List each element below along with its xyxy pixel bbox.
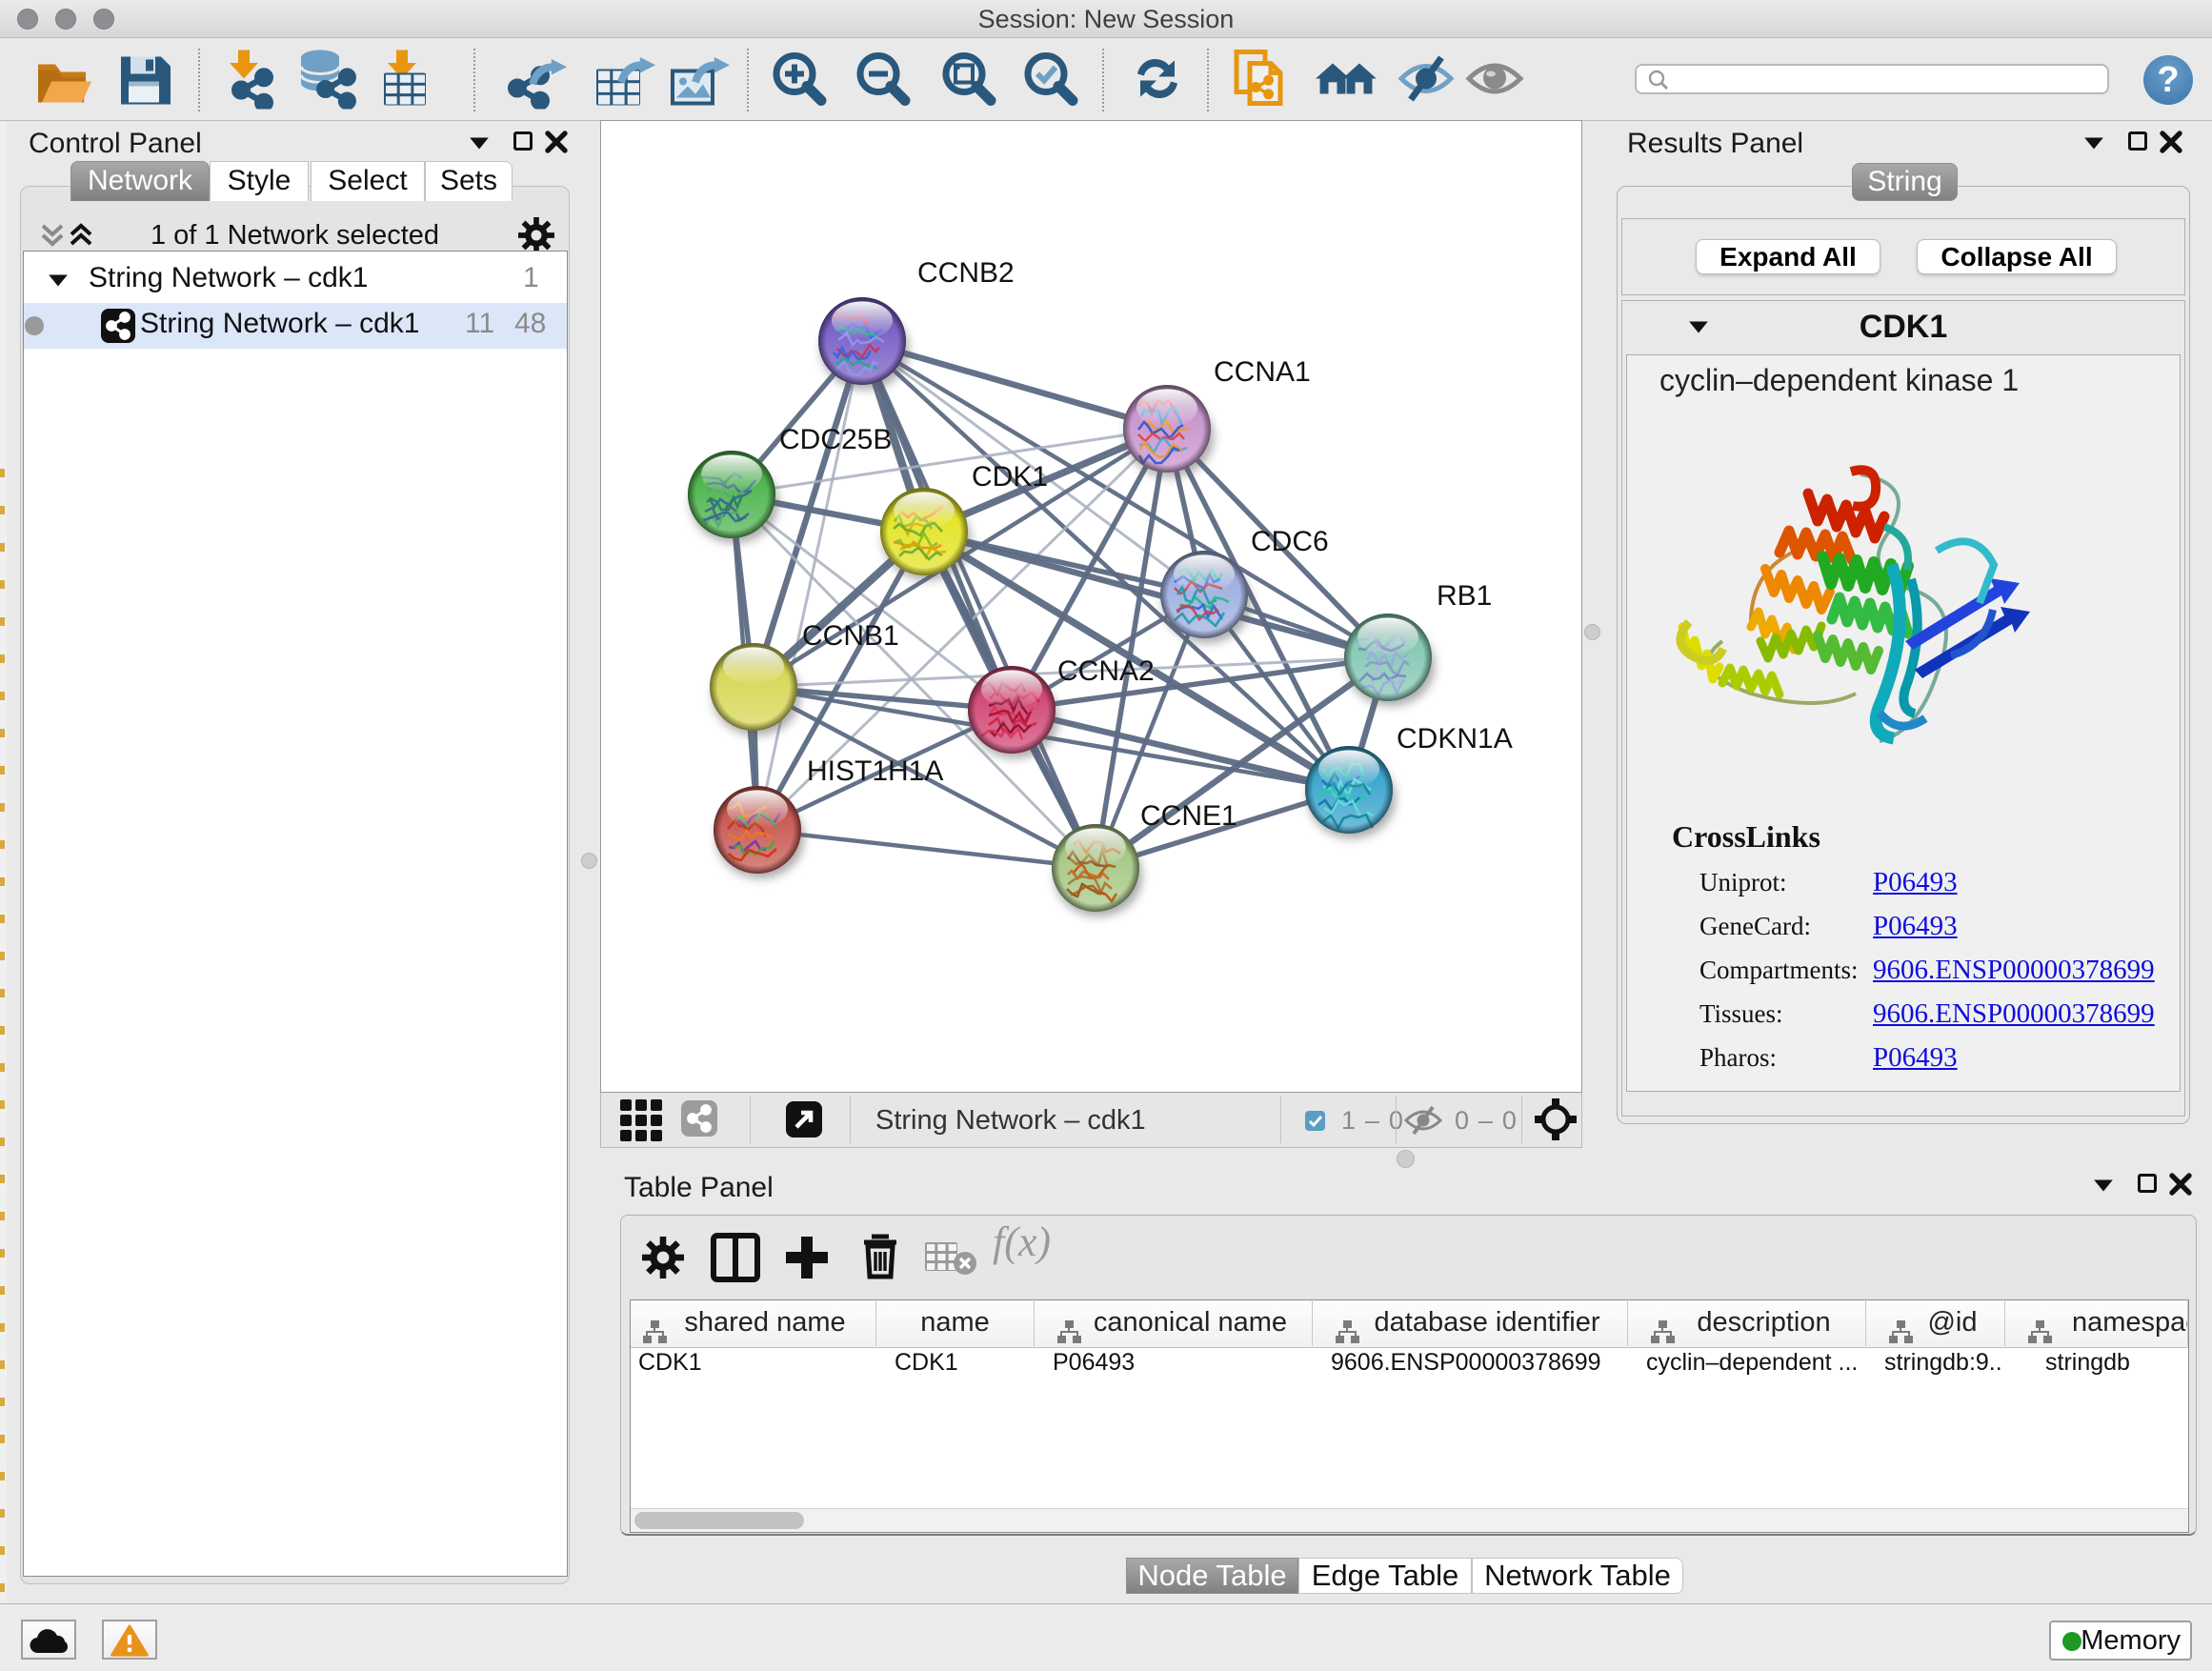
svg-text:CCNE1: CCNE1 bbox=[1140, 800, 1237, 832]
svg-text:CCNB2: CCNB2 bbox=[917, 257, 1015, 289]
svg-text:HIST1H1A: HIST1H1A bbox=[807, 755, 943, 787]
svg-text:CCNA1: CCNA1 bbox=[1214, 356, 1311, 388]
svg-text:CCNA2: CCNA2 bbox=[1057, 655, 1155, 687]
svg-text:CDC25B: CDC25B bbox=[779, 424, 892, 455]
svg-text:RB1: RB1 bbox=[1437, 580, 1492, 612]
svg-text:CDK1: CDK1 bbox=[972, 461, 1048, 493]
svg-text:CDC6: CDC6 bbox=[1251, 526, 1329, 557]
svg-text:CCNB1: CCNB1 bbox=[802, 620, 899, 652]
svg-text:CDKN1A: CDKN1A bbox=[1397, 723, 1513, 755]
